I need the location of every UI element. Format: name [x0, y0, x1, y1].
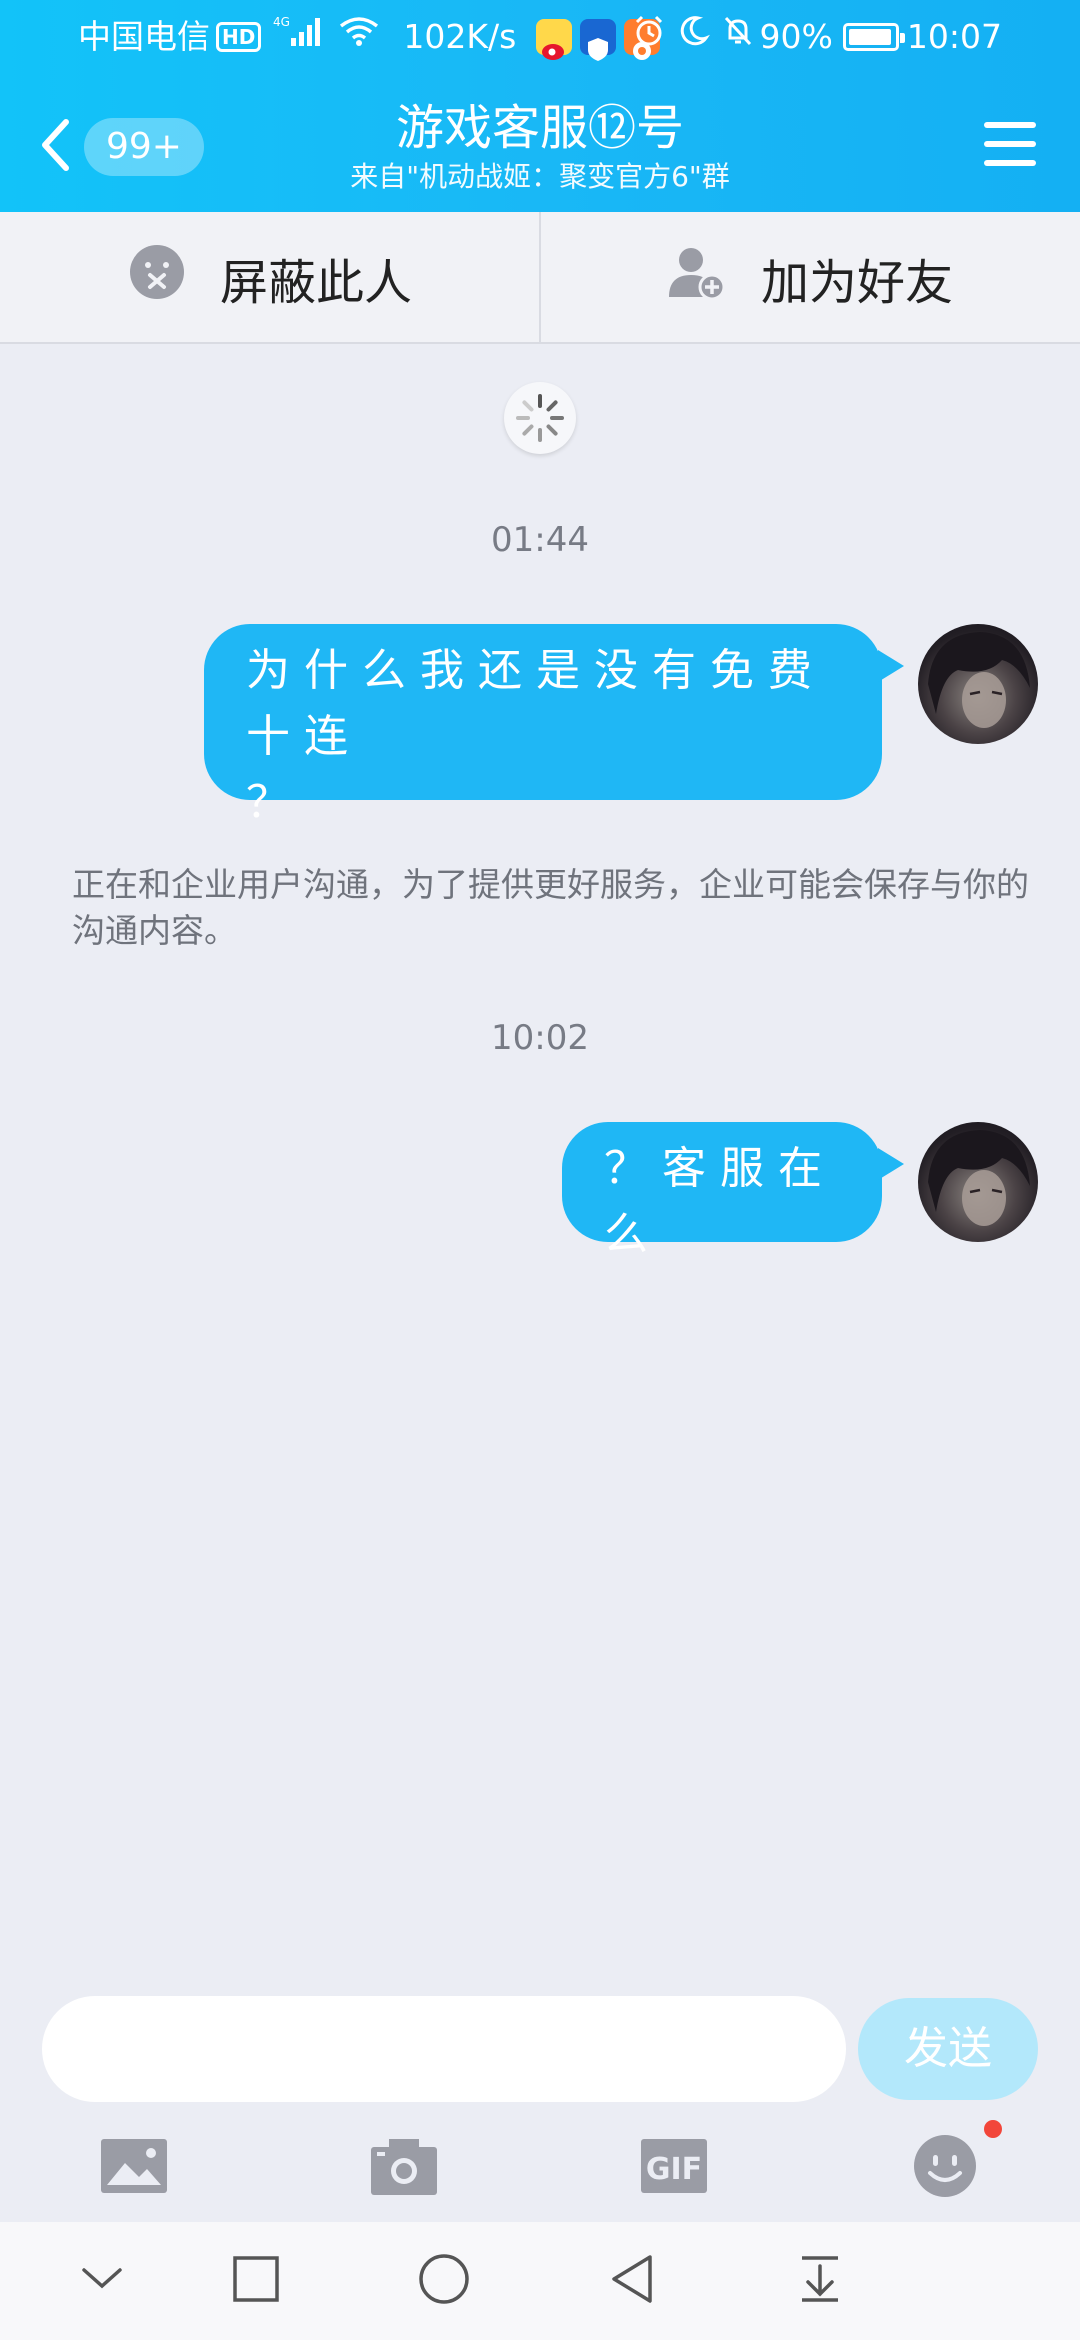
add-friend-button[interactable]: 加为好友 — [540, 212, 1080, 344]
home-button[interactable] — [404, 2246, 484, 2316]
image-icon — [99, 2137, 169, 2199]
mute-bell-icon — [722, 0, 754, 74]
avatar[interactable] — [918, 624, 1038, 744]
hide-keyboard-icon — [80, 2266, 124, 2296]
battery-percent: 90% — [759, 17, 833, 56]
wifi-icon — [339, 0, 379, 74]
gif-icon: GIF — [639, 2137, 709, 2199]
gif-button[interactable]: GIF — [624, 2118, 724, 2218]
system-nav-bar — [0, 2222, 1080, 2340]
message-input[interactable] — [42, 1996, 846, 2102]
weibo-app-icon — [536, 19, 573, 60]
status-bar: 中国电信 HD 4G 102K/s 90% 10:07 — [0, 0, 1080, 74]
emoji-button[interactable] — [895, 2118, 995, 2218]
action-bar: 屏蔽此人 加为好友 — [0, 212, 1080, 344]
chat-title: 游戏客服⑫号 — [395, 100, 684, 156]
recent-apps-button[interactable] — [216, 2246, 296, 2316]
message-text: 为什么我还是没有免费十连 ？ — [246, 645, 826, 828]
message-bubble[interactable]: 为什么我还是没有免费十连 ？ — [204, 624, 882, 828]
message-timestamp: 10:02 — [491, 1018, 589, 1058]
system-notice: 正在和企业用户沟通，为了提供更好服务，企业可能会保存与你的沟通内容。 — [72, 865, 1029, 950]
home-icon — [418, 2253, 470, 2309]
message-bubble[interactable]: ？客服在么 — [562, 1122, 882, 1260]
camera-button[interactable] — [354, 2118, 454, 2218]
svg-text:GIF: GIF — [646, 2152, 702, 2187]
block-icon — [128, 243, 220, 313]
notification-pulldown-icon — [798, 2254, 842, 2308]
add-friend-icon — [667, 243, 761, 313]
message-timestamp: 01:44 — [491, 520, 589, 560]
bubble-tail — [878, 650, 904, 682]
network-speed: 102K/s — [403, 17, 517, 56]
menu-icon-bar — [984, 141, 1036, 147]
menu-icon-bar — [984, 122, 1036, 128]
avatar[interactable] — [918, 1122, 1038, 1242]
message-text: ？客服在么 — [604, 1143, 836, 1260]
carrier-label: 中国电信 — [78, 17, 210, 56]
alarm-icon — [632, 0, 666, 74]
menu-button[interactable] — [980, 114, 1044, 174]
back-nav-button[interactable] — [592, 2246, 672, 2316]
title-bar: 99+ 游戏客服⑫号 来自"机动战姬：聚变官方6"群 — [0, 74, 1080, 212]
signal-icon: 4G — [273, 0, 327, 74]
header: 中国电信 HD 4G 102K/s 90% 10:07 99+ 游戏客服⑫号 来… — [0, 0, 1080, 212]
image-button[interactable] — [84, 2118, 184, 2218]
bubble-tail — [878, 1148, 904, 1180]
send-button[interactable]: 发送 — [858, 1998, 1038, 2100]
loading-spinner-icon — [504, 382, 576, 454]
security-app-icon — [580, 19, 617, 61]
hide-keyboard-button[interactable] — [62, 2246, 142, 2316]
block-user-button[interactable]: 屏蔽此人 — [0, 212, 540, 344]
clock: 10:07 — [906, 17, 1002, 56]
emoji-icon — [912, 2133, 978, 2203]
notification-dot — [984, 2120, 1002, 2138]
add-friend-label: 加为好友 — [760, 255, 953, 311]
chat-subtitle: 来自"机动战姬：聚变官方6"群 — [350, 160, 730, 193]
svg-text:4G: 4G — [273, 15, 290, 29]
block-user-label: 屏蔽此人 — [219, 255, 412, 311]
hd-badge: HD — [216, 22, 262, 52]
back-icon — [608, 2253, 656, 2309]
notification-pulldown-button[interactable] — [780, 2246, 860, 2316]
camera-icon — [369, 2135, 439, 2201]
recent-apps-icon — [232, 2255, 280, 2307]
do-not-disturb-moon-icon — [678, 0, 710, 74]
menu-icon-bar — [984, 160, 1036, 166]
battery-icon — [842, 23, 905, 51]
